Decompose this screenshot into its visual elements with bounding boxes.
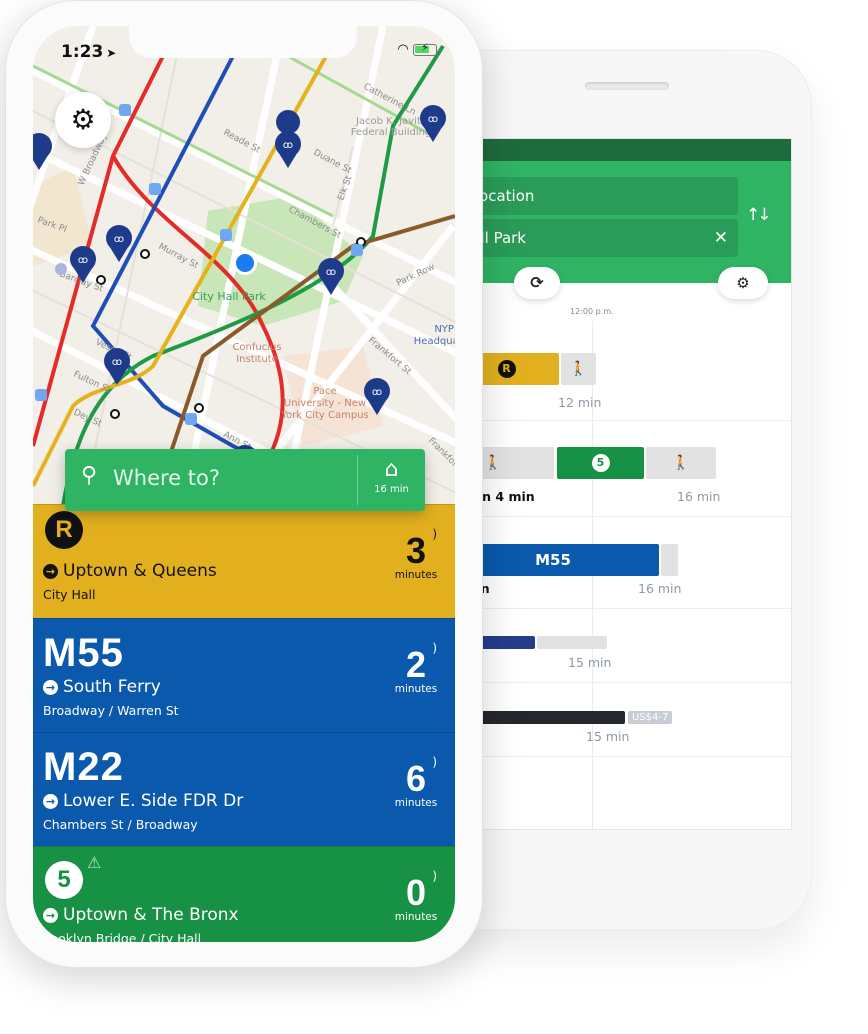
route-bullet: R — [45, 511, 83, 549]
walk-icon: 🚶 — [672, 455, 690, 471]
svg-text:City Hall Park: City Hall Park — [192, 290, 266, 303]
realtime-icon: ) — [432, 641, 437, 655]
eta-unit: minutes — [394, 911, 438, 923]
headsign: → South Ferry — [43, 677, 161, 697]
alert-icon[interactable]: ⚠ — [87, 853, 101, 872]
time-marker: 12:00 p.m. — [570, 307, 614, 316]
eta: ) 2 minutes — [391, 641, 441, 695]
search-bar[interactable]: ⚲ Where to? ⌂ 16 min — [65, 449, 425, 511]
svg-text:ꝏ: ꝏ — [114, 234, 124, 245]
svg-text:ꝏ: ꝏ — [78, 255, 88, 266]
svg-text:Pace: Pace — [313, 386, 336, 397]
svg-text:NYPD: NYPD — [434, 324, 455, 335]
headsign-text: South Ferry — [63, 677, 161, 697]
svg-text:York City Campus: York City Campus — [280, 410, 369, 421]
svg-text:ꝏ: ꝏ — [428, 114, 438, 125]
duration: 12 min — [558, 395, 602, 410]
eta-unit: minutes — [394, 797, 438, 809]
search-icon: ⚲ — [81, 463, 98, 488]
home-button[interactable]: ⌂ 16 min — [358, 449, 425, 511]
headsign: → Uptown & The Bronx — [43, 905, 239, 925]
gear-icon: ⚙ — [736, 274, 750, 292]
search-input[interactable]: Where to? — [113, 466, 220, 490]
headsign: → Lower E. Side FDR Dr — [43, 791, 243, 811]
stop-name: Brooklyn Bridge / City Hall — [37, 931, 202, 942]
route-name: M22 — [43, 745, 124, 789]
svg-text:Headquarters: Headquarters — [414, 336, 455, 347]
stop-name: Chambers St / Broadway — [43, 817, 198, 832]
stop-name: City Hall — [43, 587, 96, 602]
clock: 1:23 — [61, 42, 104, 62]
realtime-icon: ) — [432, 755, 437, 769]
stop-name: Broadway / Warren St — [43, 703, 179, 718]
svg-text:Jacob K. Javits: Jacob K. Javits — [355, 116, 426, 127]
duration: 16 min — [677, 489, 721, 504]
walk-segment: 🚶 — [561, 353, 596, 385]
route-name: M55 — [43, 631, 124, 675]
svg-text:Federal Building: Federal Building — [351, 127, 432, 138]
direction-arrow-icon: → — [43, 564, 58, 579]
price-badge: US$4-7 — [628, 711, 673, 724]
departure-card-m55[interactable]: M55 → South Ferry Broadway / Warren St ) … — [33, 618, 455, 732]
duration: 15 min — [568, 655, 612, 670]
svg-text:ꝏ: ꝏ — [326, 267, 336, 278]
direction-arrow-icon: → — [43, 680, 58, 695]
eta: ) 3 minutes — [391, 527, 441, 581]
svg-text:ꝏ: ꝏ — [283, 140, 293, 151]
route-bullet: 5 — [45, 861, 83, 899]
battery-charging-icon: ⚡ — [413, 41, 437, 56]
transit-segment-5: 5 — [557, 447, 644, 479]
trip-settings-button[interactable]: ⚙ — [718, 267, 768, 299]
departure-card-m22[interactable]: M22 → Lower E. Side FDR Dr Chambers St / … — [33, 732, 455, 846]
realtime-icon: ) — [432, 869, 437, 883]
walk-segment — [661, 544, 678, 576]
duration: 15 min — [586, 729, 630, 744]
status-time: 1:23 ➤ — [61, 42, 116, 62]
walk-icon: 🚶 — [569, 361, 588, 377]
headsign-text: Uptown & The Bronx — [63, 905, 239, 925]
headsign-text: Uptown & Queens — [63, 561, 217, 581]
svg-text:Confucius: Confucius — [232, 342, 281, 353]
walk-icon: 🚶 — [484, 455, 502, 471]
route-bullet: 5 — [591, 454, 610, 472]
route-bullet: R — [497, 360, 516, 378]
front-phone: 1:23 ➤ ◠ ⚡ Reade St Duane St Chambers St… — [5, 0, 483, 968]
home-eta: 16 min — [374, 484, 409, 495]
svg-text:University - New: University - New — [284, 398, 366, 409]
refresh-icon: ⟳ — [530, 273, 544, 292]
duration: 16 min — [638, 581, 682, 596]
direction-arrow-icon: → — [43, 908, 58, 923]
phone-speaker — [585, 82, 669, 90]
refresh-button[interactable]: ⟳ — [514, 267, 560, 299]
walk-segment: 🚶 — [646, 447, 716, 479]
home-icon: ⌂ — [384, 457, 399, 482]
nearby-screen: 1:23 ➤ ◠ ⚡ Reade St Duane St Chambers St… — [33, 26, 455, 942]
departure-card-5[interactable]: 5 ⚠ → Uptown & The Bronx Brooklyn Bridge … — [33, 846, 455, 942]
svg-text:ꝏ: ꝏ — [372, 387, 382, 398]
gear-icon: ⚙ — [70, 103, 96, 136]
realtime-icon: ) — [432, 527, 437, 541]
settings-button[interactable]: ⚙ — [55, 92, 111, 148]
eta: ) 6 minutes — [391, 755, 441, 809]
eta: ) 0 minutes — [391, 869, 441, 923]
walk-segment — [537, 636, 607, 649]
eta-unit: minutes — [394, 569, 438, 581]
svg-text:Institute: Institute — [236, 354, 278, 365]
departure-card-r[interactable]: R → Uptown & Queens City Hall ) 3 minutes — [33, 504, 455, 618]
close-icon[interactable]: ✕ — [714, 219, 728, 257]
eta-unit: minutes — [394, 683, 438, 695]
phone-notch — [129, 26, 357, 58]
wifi-icon: ◠ — [398, 42, 408, 57]
svg-text:ꝏ: ꝏ — [112, 357, 122, 368]
headsign: → Uptown & Queens — [43, 561, 217, 581]
swap-icon[interactable]: ↑↓ — [746, 205, 771, 225]
location-arrow-icon: ➤ — [106, 46, 117, 60]
direction-arrow-icon: → — [43, 794, 58, 809]
headsign-text: Lower E. Side FDR Dr — [63, 791, 244, 811]
status-icons: ◠ ⚡ — [398, 41, 437, 57]
